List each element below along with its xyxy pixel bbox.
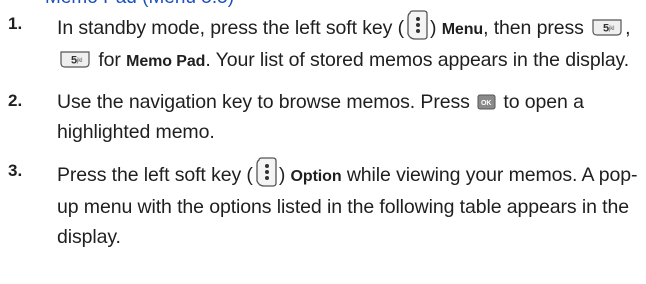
step-1: 1. In standby mode, press the left soft … xyxy=(0,10,646,77)
svg-text:jkl: jkl xyxy=(76,58,82,64)
memo-pad-label: Memo Pad xyxy=(126,53,206,70)
step-number: 3. xyxy=(8,161,23,180)
step-number: 1. xyxy=(8,14,23,33)
text-run: for xyxy=(93,49,127,71)
instruction-list: 1. In standby mode, press the left soft … xyxy=(0,10,646,252)
option-label: Option xyxy=(290,168,342,185)
text-run: Press the left soft key ( xyxy=(57,164,253,186)
svg-text:OK: OK xyxy=(481,100,491,107)
text-run: Use the navigation key to browse memos. … xyxy=(57,91,476,113)
key-5-icon: 5 jkl xyxy=(60,51,90,68)
cropped-heading-text: Memo Pad (Menu 5.5) xyxy=(45,0,234,9)
menu-label: Menu xyxy=(441,21,484,38)
left-soft-key-icon xyxy=(407,10,428,40)
text-run: , xyxy=(625,17,631,39)
step-text: In standby mode, press the left soft key… xyxy=(57,10,642,77)
step-text: Use the navigation key to browse memos. … xyxy=(57,87,642,147)
text-run: ) xyxy=(278,164,291,186)
text-run: , then press xyxy=(483,17,590,39)
text-run: . Your list of stored memos appears in t… xyxy=(205,49,630,71)
text-run: In standby mode, press the left soft key… xyxy=(57,17,404,39)
cropped-heading: Memo Pad (Menu 5.5) xyxy=(0,0,646,10)
key-5-icon: 5 jkl xyxy=(592,19,622,36)
svg-text:jkl: jkl xyxy=(608,26,614,32)
step-number: 2. xyxy=(8,91,23,110)
text-run: ) xyxy=(429,17,442,39)
left-soft-key-icon xyxy=(256,157,277,187)
step-text: Press the left soft key () Option while … xyxy=(57,157,642,252)
step-2: 2. Use the navigation key to browse memo… xyxy=(0,87,646,147)
step-3: 3. Press the left soft key () Option whi… xyxy=(0,157,646,252)
ok-key-icon: OK xyxy=(477,94,496,110)
